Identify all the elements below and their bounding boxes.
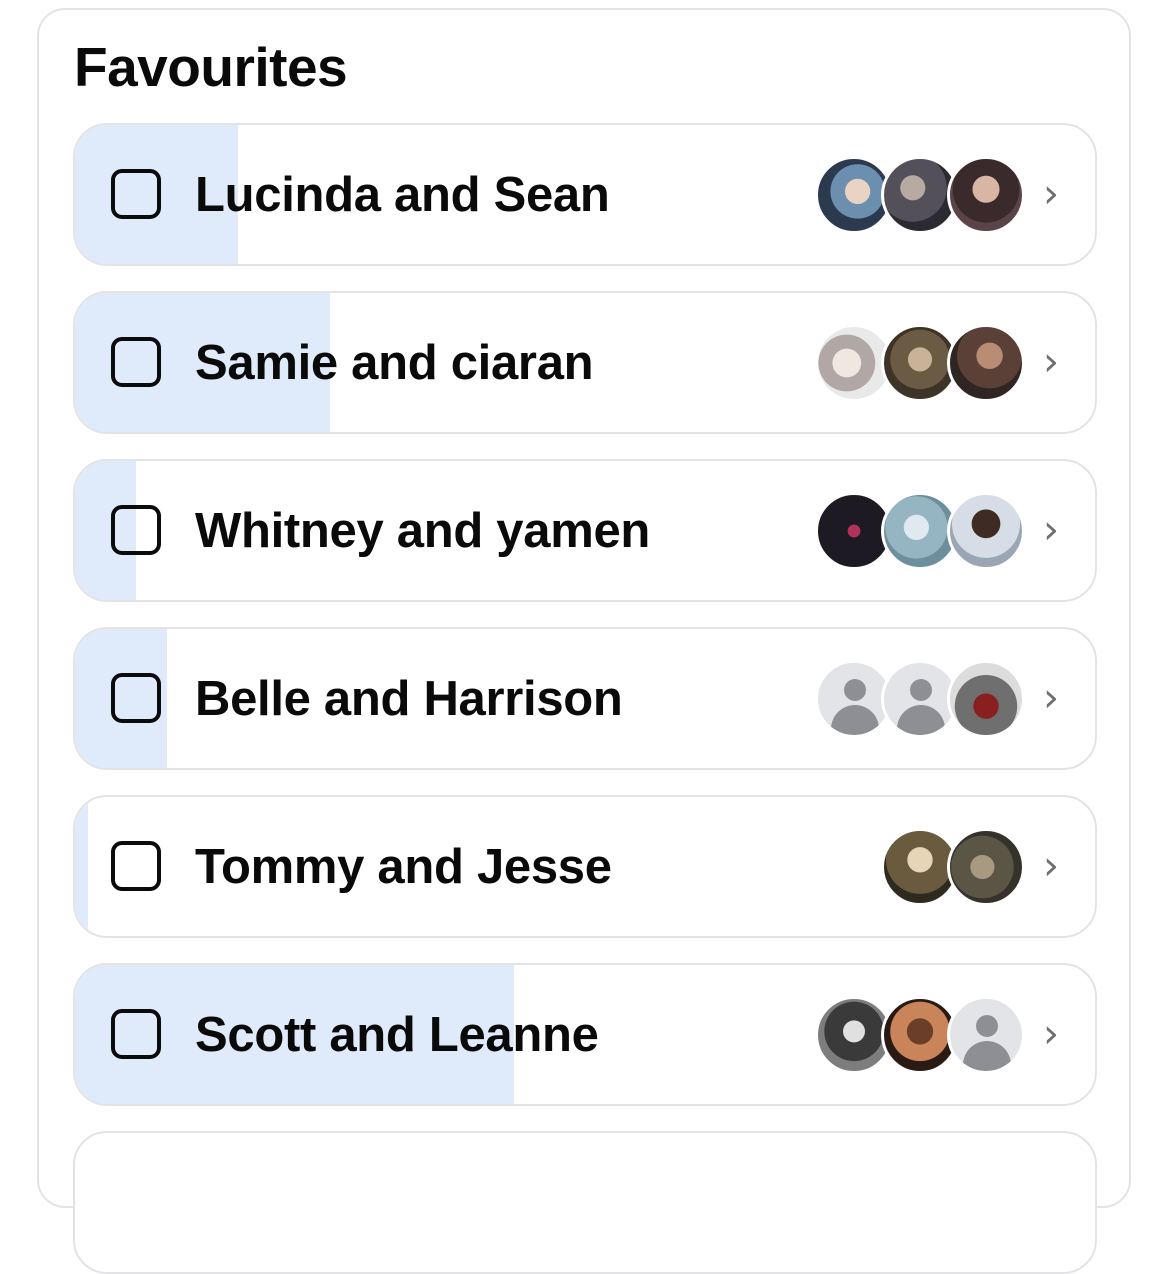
list-item-label: Samie and ciaran [195, 336, 594, 390]
list-item-lucinda-and-sean[interactable]: Lucinda and Sean › [73, 123, 1097, 266]
chevron-right-icon: › [1043, 507, 1059, 553]
list-item[interactable] [73, 1131, 1097, 1274]
person-placeholder-icon [947, 996, 1025, 1074]
list-item-label: Whitney and yamen [195, 504, 651, 558]
list-item-label: Lucinda and Sean [195, 168, 610, 222]
avatar [947, 156, 1025, 234]
avatar [947, 660, 1025, 738]
chevron-right-icon: › [1043, 675, 1059, 721]
avatar-group [815, 660, 1025, 738]
list-item-scott-and-leanne[interactable]: Scott and Leanne › [73, 963, 1097, 1106]
chevron-right-icon: › [1043, 171, 1059, 217]
avatar-group [815, 156, 1025, 234]
chevron-right-icon: › [1043, 339, 1059, 385]
list-item-whitney-and-yamen[interactable]: Whitney and yamen › [73, 459, 1097, 602]
list-item-belle-and-harrison[interactable]: Belle and Harrison › [73, 627, 1097, 770]
avatar-group [815, 996, 1025, 1074]
avatar [947, 324, 1025, 402]
list-item-tommy-and-jesse[interactable]: Tommy and Jesse › [73, 795, 1097, 938]
chevron-right-icon: › [1043, 1011, 1059, 1057]
list-item-label: Scott and Leanne [195, 1008, 599, 1062]
list-item-label: Tommy and Jesse [195, 840, 612, 894]
list-item-samie-and-ciaran[interactable]: Samie and ciaran › [73, 291, 1097, 434]
avatar-group [815, 492, 1025, 570]
checkbox[interactable] [111, 1009, 161, 1059]
checkbox[interactable] [111, 841, 161, 891]
section-title: Favourites [74, 36, 348, 98]
checkbox[interactable] [111, 337, 161, 387]
list-item-label: Belle and Harrison [195, 672, 623, 726]
avatar [947, 828, 1025, 906]
avatar-group [815, 324, 1025, 402]
progress-fill [75, 797, 89, 936]
checkbox[interactable] [111, 673, 161, 723]
avatar [947, 492, 1025, 570]
chevron-right-icon: › [1043, 843, 1059, 889]
avatar-group [881, 828, 1025, 906]
checkbox[interactable] [111, 505, 161, 555]
checkbox[interactable] [111, 169, 161, 219]
